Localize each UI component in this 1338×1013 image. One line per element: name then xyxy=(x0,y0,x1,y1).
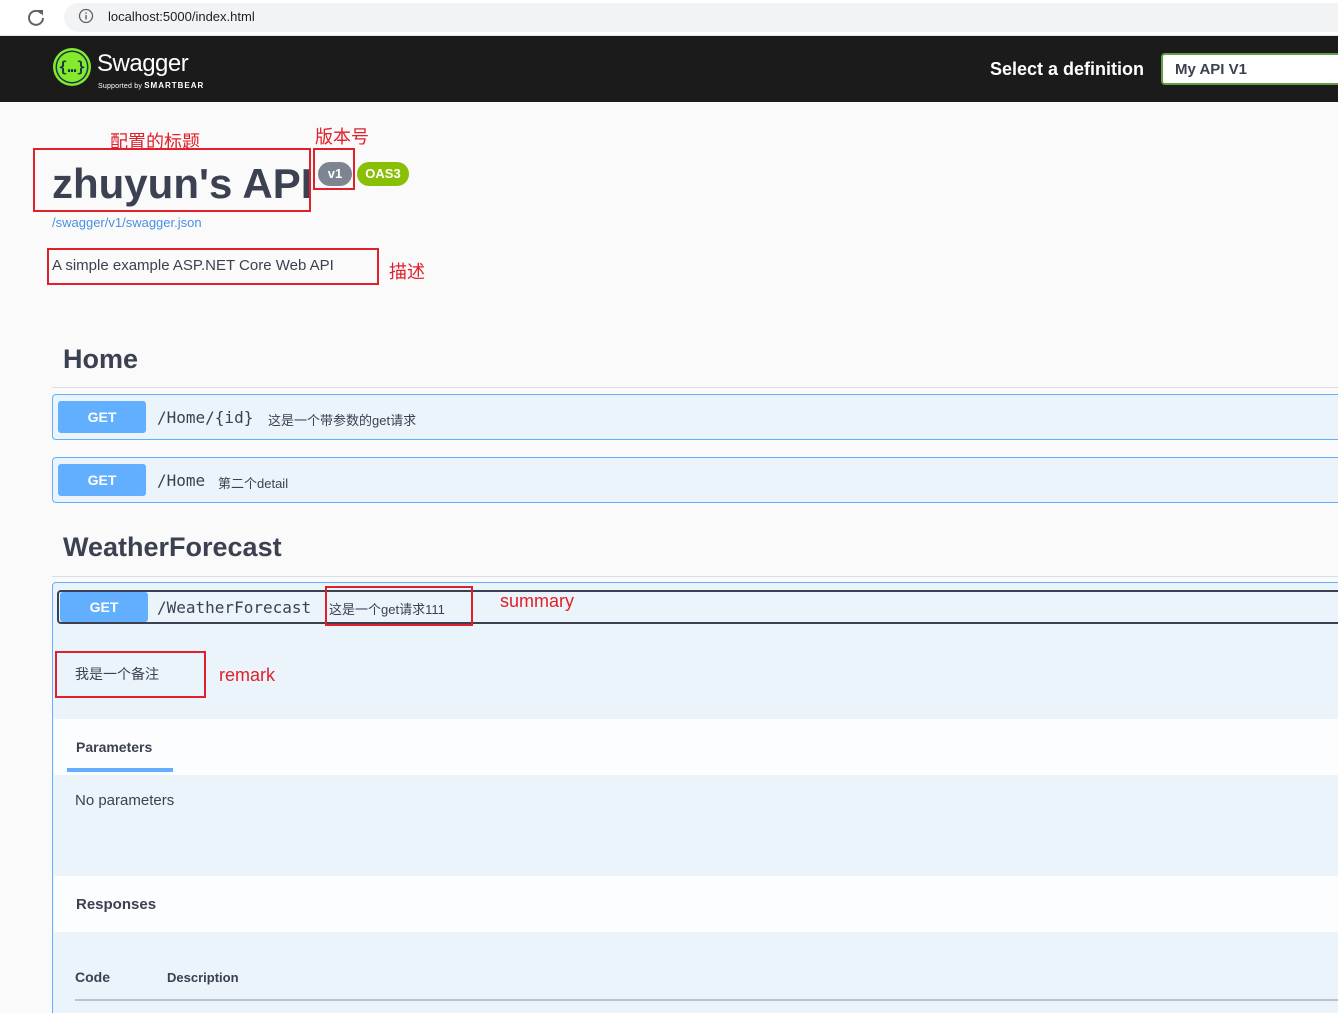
annotation-desc-note: 描述 xyxy=(389,262,425,282)
annotation-remark-note: remark xyxy=(219,665,276,685)
operation-path: /WeatherForecast xyxy=(157,598,312,617)
logo-wordmark: Swagger xyxy=(97,50,189,77)
tag-name: WeatherForecast xyxy=(63,532,282,562)
definition-select-value: My API V1 xyxy=(1175,61,1247,78)
responses-section-header: Responses xyxy=(54,876,1338,932)
responses-title: Responses xyxy=(76,896,157,913)
tag-header-home[interactable]: Home xyxy=(52,334,1338,388)
operation-get-weatherforecast: GET /WeatherForecast 这是一个get请求111 我是一个备注… xyxy=(52,582,1338,1013)
parameters-section-header: Parameters xyxy=(54,719,1338,775)
operation-summary: 第二个detail xyxy=(218,476,289,491)
annotation-title-box xyxy=(33,148,311,212)
method-badge-get: GET xyxy=(60,592,148,622)
parameters-tab-indicator xyxy=(67,768,173,772)
logo-subtitle: Supported by SMARTBEAR xyxy=(98,81,204,90)
svg-text:{…}: {…} xyxy=(58,58,85,76)
browser-toolbar: localhost:5000/index.html xyxy=(0,0,1338,36)
annotation-version-note: 版本号 xyxy=(315,127,369,147)
tag-name: Home xyxy=(63,344,139,374)
annotation-title-note: 配置的标题 xyxy=(110,132,200,152)
logo-subtitle-brand: SMARTBEAR xyxy=(144,81,205,90)
operation-summary: 这是一个带参数的get请求 xyxy=(268,413,417,428)
operation-path: /Home/{id} xyxy=(157,408,254,427)
url-text: localhost:5000/index.html xyxy=(108,9,255,24)
select-definition-label: Select a definition xyxy=(990,59,1145,79)
swagger-logo-icon[interactable]: {…} xyxy=(52,47,92,87)
annotation-version-box xyxy=(313,148,355,190)
no-parameters-text: No parameters xyxy=(75,792,175,809)
operation-get-home-id[interactable]: GET /Home/{id} 这是一个带参数的get请求 xyxy=(52,394,1338,440)
definition-select[interactable]: My API V1 xyxy=(1161,53,1338,85)
info-icon[interactable] xyxy=(78,8,94,24)
tag-header-weatherforecast[interactable]: WeatherForecast xyxy=(52,522,1338,577)
address-bar[interactable] xyxy=(64,3,1338,32)
annotation-summary-box xyxy=(325,586,473,626)
reload-icon[interactable] xyxy=(26,7,46,27)
logo-subtitle-prefix: Supported by xyxy=(98,83,143,90)
parameters-tab[interactable]: Parameters xyxy=(76,739,152,755)
annotation-summary-note: summary xyxy=(500,591,575,611)
operation-get-home[interactable]: GET /Home 第二个detail xyxy=(52,457,1338,503)
method-badge-get: GET xyxy=(58,464,146,496)
swagger-topbar: {…} Swagger Supported by SMARTBEAR Selec… xyxy=(0,36,1338,102)
method-badge-get: GET xyxy=(58,401,146,433)
operation-summary-bar[interactable]: GET /WeatherForecast 这是一个get请求111 xyxy=(57,590,1338,624)
responses-table-divider xyxy=(75,999,1338,1001)
operation-path: /Home xyxy=(157,471,206,490)
annotation-desc-box xyxy=(47,248,379,285)
responses-col-description: Description xyxy=(167,970,239,985)
annotation-remark-box xyxy=(55,651,206,698)
oas-badge: OAS3 xyxy=(357,162,409,186)
responses-col-code: Code xyxy=(75,969,110,985)
swagger-json-link[interactable]: /swagger/v1/swagger.json xyxy=(52,215,202,230)
